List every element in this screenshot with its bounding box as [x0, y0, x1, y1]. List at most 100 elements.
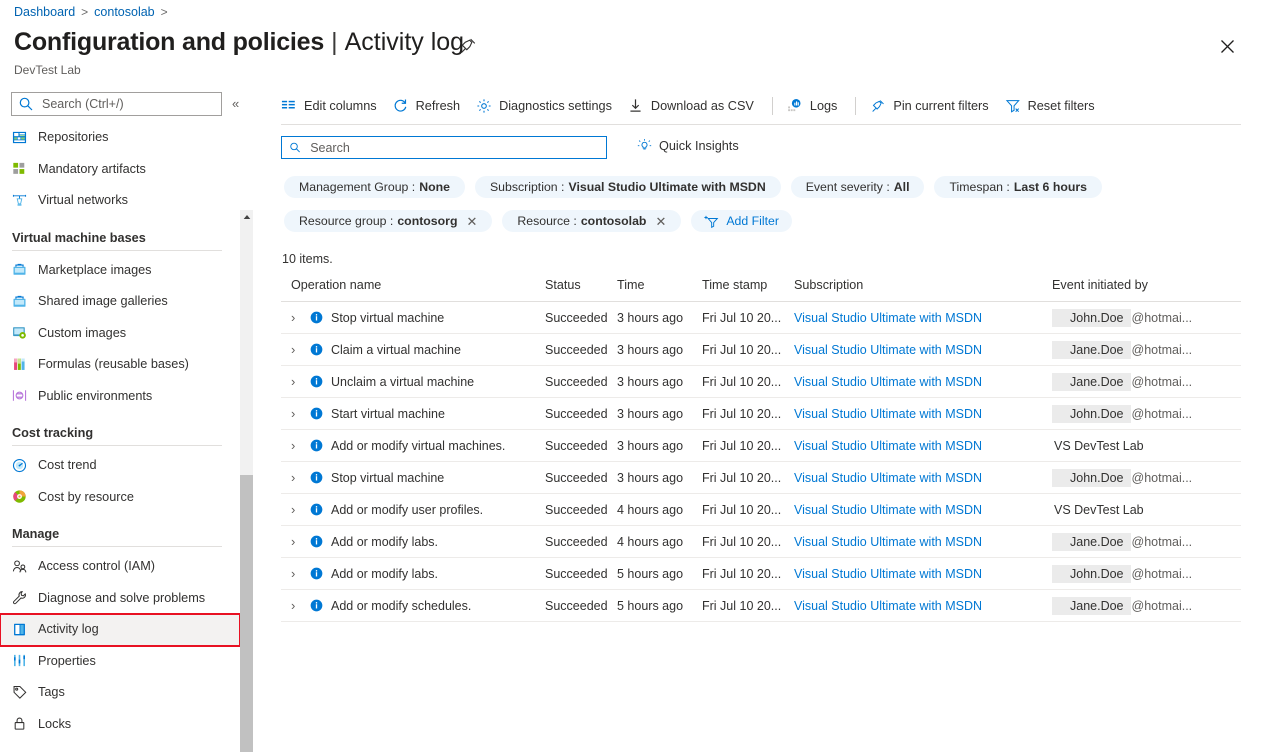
breadcrumb-item-dashboard[interactable]: Dashboard — [14, 5, 75, 19]
sidebar-item-mandatory-artifacts[interactable]: Mandatory artifacts — [0, 154, 252, 186]
filter-pill-management-group[interactable]: Management Group : None — [284, 176, 465, 198]
command-refresh[interactable]: Refresh — [387, 94, 470, 118]
table-row[interactable]: ›Add or modify schedules.Succeeded5 hour… — [281, 590, 1241, 622]
command-download-as-csv[interactable]: Download as CSV — [622, 94, 764, 118]
sidebar-scrollbar[interactable] — [240, 210, 253, 752]
column-header-operation-name[interactable]: Operation name — [281, 278, 545, 302]
command-label: Logs — [810, 99, 838, 113]
expand-row-chevron-icon[interactable]: › — [291, 470, 302, 485]
close-icon[interactable] — [1215, 34, 1239, 58]
subscription-link[interactable]: Visual Studio Ultimate with MSDN — [794, 407, 982, 421]
table-row[interactable]: ›Add or modify user profiles.Succeeded4 … — [281, 494, 1241, 526]
scroll-up-arrow-icon[interactable] — [240, 210, 253, 224]
table-row[interactable]: ›Stop virtual machineSucceeded3 hours ag… — [281, 302, 1241, 334]
expand-row-chevron-icon[interactable]: › — [291, 406, 302, 421]
sidebar-item-cost-by-resource[interactable]: Cost by resource — [0, 482, 252, 514]
sidebar-item-virtual-networks[interactable]: Virtual networks — [0, 185, 252, 217]
cell-subscription: Visual Studio Ultimate with MSDN — [794, 302, 1052, 334]
activity-log-table: Operation name Status Time Time stamp Su… — [281, 278, 1241, 622]
activity-search-box[interactable] — [281, 136, 607, 159]
search-input[interactable] — [308, 140, 599, 156]
sidebar-item-locks[interactable]: Locks — [0, 709, 252, 741]
collapse-sidebar-button[interactable]: « — [232, 96, 239, 111]
command-separator — [772, 97, 773, 115]
subscription-link[interactable]: Visual Studio Ultimate with MSDN — [794, 503, 982, 517]
sidebar-item-public-environments[interactable]: Public environments — [0, 381, 252, 413]
table-row[interactable]: ›Add or modify labs.Succeeded5 hours ago… — [281, 558, 1241, 590]
cell-status: Succeeded — [545, 494, 617, 526]
search-input[interactable] — [40, 96, 215, 112]
formulas-icon — [12, 357, 28, 373]
sidebar-item-formulas-reusable-bases[interactable]: Formulas (reusable bases) — [0, 349, 252, 381]
sidebar-item-repositories[interactable]: Repositories — [0, 122, 252, 154]
table-row[interactable]: ›Add or modify virtual machines.Succeede… — [281, 430, 1241, 462]
sidebar-item-cost-trend[interactable]: Cost trend — [0, 450, 252, 482]
table-row[interactable]: ›Unclaim a virtual machineSucceeded3 hou… — [281, 366, 1241, 398]
breadcrumb-item-contosolab[interactable]: contosolab — [94, 5, 154, 19]
sidebar-item-custom-images[interactable]: Custom images — [0, 318, 252, 350]
sidebar-item-shared-image-galleries[interactable]: Shared image galleries — [0, 286, 252, 318]
command-edit-columns[interactable]: Edit columns — [275, 94, 387, 118]
column-header-status[interactable]: Status — [545, 278, 617, 302]
expand-row-chevron-icon[interactable]: › — [291, 534, 302, 549]
expand-row-chevron-icon[interactable]: › — [291, 566, 302, 581]
cell-time-stamp: Fri Jul 10 20... — [702, 334, 794, 366]
column-header-time-stamp[interactable]: Time stamp — [702, 278, 794, 302]
column-header-subscription[interactable]: Subscription — [794, 278, 1052, 302]
subscription-link[interactable]: Visual Studio Ultimate with MSDN — [794, 343, 982, 357]
subscription-link[interactable]: Visual Studio Ultimate with MSDN — [794, 535, 982, 549]
cell-subscription: Visual Studio Ultimate with MSDN — [794, 334, 1052, 366]
filter-pill-resource-group[interactable]: Resource group : contosorg✕ — [284, 210, 492, 232]
filter-pill-resource[interactable]: Resource : contosolab✕ — [502, 210, 681, 232]
add-filter-button[interactable]: Add Filter — [691, 210, 792, 232]
sidebar-item-tags[interactable]: Tags — [0, 677, 252, 709]
cell-status: Succeeded — [545, 526, 617, 558]
operation-name-text: Add or modify schedules. — [331, 599, 471, 613]
column-header-event-initiated-by[interactable]: Event initiated by — [1052, 278, 1241, 302]
info-icon — [310, 439, 323, 452]
sidebar-group-divider — [12, 250, 222, 251]
cell-operation-name: ›Add or modify labs. — [281, 558, 545, 590]
table-row[interactable]: ›Claim a virtual machineSucceeded3 hours… — [281, 334, 1241, 366]
subscription-link[interactable]: Visual Studio Ultimate with MSDN — [794, 599, 982, 613]
subscription-link[interactable]: Visual Studio Ultimate with MSDN — [794, 471, 982, 485]
subscription-link[interactable]: Visual Studio Ultimate with MSDN — [794, 567, 982, 581]
command-reset-filters[interactable]: Reset filters — [999, 94, 1105, 118]
subscription-link[interactable]: Visual Studio Ultimate with MSDN — [794, 375, 982, 389]
filter-pill-event-severity[interactable]: Event severity : All — [791, 176, 925, 198]
sidebar-scrollbar-thumb[interactable] — [240, 475, 253, 752]
expand-row-chevron-icon[interactable]: › — [291, 342, 302, 357]
sidebar-item-properties[interactable]: Properties — [0, 646, 252, 678]
command-diagnostics-settings[interactable]: Diagnostics settings — [470, 94, 622, 118]
filter-pill-timespan[interactable]: Timespan : Last 6 hours — [934, 176, 1102, 198]
expand-row-chevron-icon[interactable]: › — [291, 502, 302, 517]
expand-row-chevron-icon[interactable]: › — [291, 374, 302, 389]
remove-filter-icon[interactable]: ✕ — [655, 215, 666, 228]
sidebar-item-marketplace-images[interactable]: Marketplace images — [0, 255, 252, 287]
sidebar-item-diagnose-and-solve-problems[interactable]: Diagnose and solve problems — [0, 583, 252, 615]
command-logs[interactable]: Logs — [781, 94, 848, 118]
command-separator — [855, 97, 856, 115]
column-header-time[interactable]: Time — [617, 278, 702, 302]
sidebar-item-access-control-iam[interactable]: Access control (IAM) — [0, 551, 252, 583]
sidebar-item-activity-log[interactable]: Activity log — [0, 614, 240, 646]
table-row[interactable]: ›Add or modify labs.Succeeded4 hours ago… — [281, 526, 1241, 558]
cell-time-stamp: Fri Jul 10 20... — [702, 590, 794, 622]
subscription-link[interactable]: Visual Studio Ultimate with MSDN — [794, 439, 982, 453]
remove-filter-icon[interactable]: ✕ — [466, 215, 477, 228]
expand-row-chevron-icon[interactable]: › — [291, 438, 302, 453]
expand-row-chevron-icon[interactable]: › — [291, 310, 302, 325]
breadcrumb-separator-2: > — [161, 5, 168, 19]
filter-pill-subscription[interactable]: Subscription : Visual Studio Ultimate wi… — [475, 176, 781, 198]
expand-row-chevron-icon[interactable]: › — [291, 598, 302, 613]
operation-name-text: Start virtual machine — [331, 407, 445, 421]
command-pin-current-filters[interactable]: Pin current filters — [864, 94, 998, 118]
subscription-link[interactable]: Visual Studio Ultimate with MSDN — [794, 311, 982, 325]
operation-name-text: Stop virtual machine — [331, 471, 444, 485]
sidebar-search[interactable] — [11, 92, 222, 116]
quick-insights-button[interactable]: Quick Insights — [637, 138, 739, 153]
table-row[interactable]: ›Stop virtual machineSucceeded3 hours ag… — [281, 462, 1241, 494]
table-row[interactable]: ›Start virtual machineSucceeded3 hours a… — [281, 398, 1241, 430]
quick-insights-label: Quick Insights — [659, 139, 739, 153]
pin-icon[interactable] — [458, 36, 478, 56]
